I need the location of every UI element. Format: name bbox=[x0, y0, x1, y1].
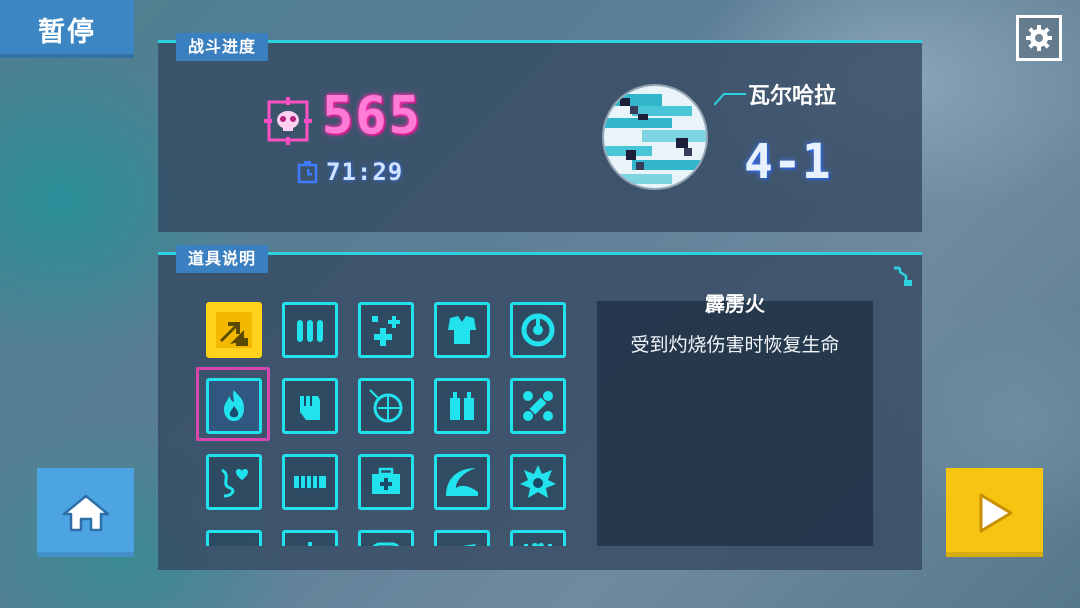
continue-button[interactable] bbox=[946, 468, 1043, 557]
item-slot[interactable] bbox=[510, 302, 566, 358]
item-slot[interactable] bbox=[206, 454, 262, 510]
home-icon bbox=[62, 494, 109, 531]
chain-belt-icon bbox=[294, 474, 326, 490]
item-name: 霹雳火 bbox=[705, 292, 765, 316]
play-icon bbox=[979, 493, 1012, 532]
helmet-icon bbox=[214, 538, 254, 546]
plus-cross-icon bbox=[372, 316, 400, 346]
ammo-icon bbox=[297, 320, 323, 342]
settings-button[interactable] bbox=[1016, 15, 1062, 61]
pause-button[interactable]: 暂停 bbox=[0, 0, 134, 58]
bone-icon bbox=[523, 391, 553, 421]
gear-icon bbox=[1026, 25, 1052, 51]
item-slot[interactable] bbox=[434, 530, 490, 546]
medkit-icon bbox=[372, 467, 400, 494]
item-slot[interactable] bbox=[434, 454, 490, 510]
item-slot[interactable] bbox=[434, 378, 490, 434]
item-slot[interactable] bbox=[358, 302, 414, 358]
boot-icon bbox=[462, 544, 476, 546]
item-slot[interactable] bbox=[358, 454, 414, 510]
armor-vest-icon bbox=[448, 316, 476, 344]
stage-name: 瓦尔哈拉 bbox=[748, 84, 837, 109]
item-slot[interactable] bbox=[282, 454, 338, 510]
skull-target-icon bbox=[264, 97, 312, 145]
item-slot[interactable] bbox=[510, 454, 566, 510]
stage-pointer-line bbox=[714, 93, 746, 106]
selection-frame bbox=[196, 367, 270, 441]
panel-divider bbox=[158, 252, 922, 255]
battle-timer: 71:29 bbox=[326, 158, 404, 186]
expand-icon[interactable] bbox=[892, 266, 914, 288]
item-slot[interactable] bbox=[358, 530, 414, 546]
spiky-bomb-icon bbox=[520, 465, 556, 498]
item-description: 受到灼烧伤害时恢复生命 bbox=[630, 334, 840, 356]
item-slot[interactable] bbox=[282, 530, 338, 546]
item-slot[interactable] bbox=[434, 302, 490, 358]
battle-progress-tag: 战斗进度 bbox=[176, 33, 269, 61]
orb-icon bbox=[369, 389, 403, 423]
item-slot[interactable] bbox=[282, 378, 338, 434]
stage-level: 4-1 bbox=[744, 134, 831, 190]
heart-swirl-icon bbox=[221, 468, 248, 498]
stopwatch-icon bbox=[297, 161, 318, 184]
item-slot[interactable] bbox=[282, 302, 338, 358]
heart-hands-icon bbox=[524, 543, 552, 546]
fist-icon bbox=[300, 396, 320, 420]
target-ring-icon bbox=[521, 313, 555, 347]
shield-frame-icon bbox=[372, 542, 400, 546]
item-description-tag: 道具说明 bbox=[176, 245, 269, 273]
twin-bottles-icon bbox=[450, 392, 474, 420]
item-slot[interactable] bbox=[510, 378, 566, 434]
home-button[interactable] bbox=[37, 468, 134, 557]
item-slot[interactable] bbox=[206, 530, 262, 546]
sparkle-icon bbox=[308, 542, 312, 546]
item-slot[interactable] bbox=[358, 378, 414, 434]
item-slot[interactable] bbox=[510, 530, 566, 546]
planet-icon bbox=[602, 84, 708, 190]
double-arrow-icon bbox=[216, 312, 252, 348]
item-slot[interactable] bbox=[206, 302, 262, 358]
kill-score: 565 bbox=[322, 86, 422, 146]
panel-divider bbox=[158, 40, 922, 43]
wave-icon bbox=[446, 468, 478, 496]
